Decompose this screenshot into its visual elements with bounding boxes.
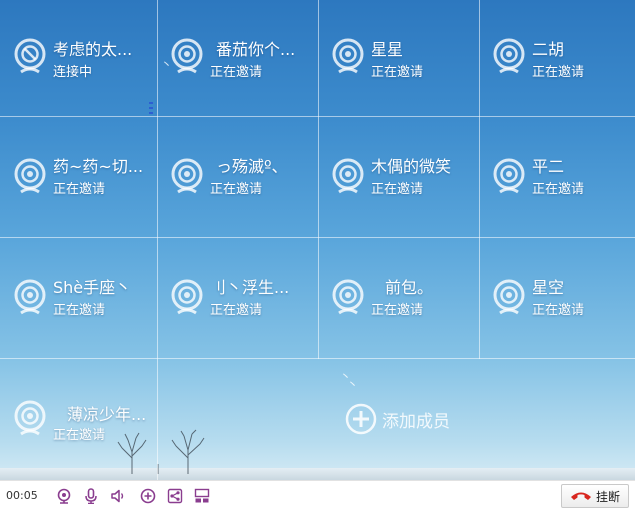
webcam-icon[interactable] (56, 488, 72, 504)
participant-name: 番茄你个... (216, 40, 296, 59)
participant-status: 正在邀请 (532, 65, 585, 80)
camera-icon (332, 38, 364, 74)
camera-icon (171, 158, 203, 194)
participant-tile[interactable]: 星空 正在邀请 (479, 238, 635, 359)
participant-status: 正在邀请 (210, 303, 263, 318)
participant-tile[interactable]: 考虑的太... 连接中 (0, 0, 157, 117)
participant-name: 药~药~切... (53, 157, 144, 176)
participant-tile[interactable]: 薄凉少年... 正在邀请 (0, 359, 157, 480)
phone-hangup-icon (570, 492, 591, 500)
add-circle-icon (345, 403, 377, 435)
participant-status: 连接中 (53, 65, 93, 80)
speaker-icon[interactable] (110, 488, 126, 504)
hangup-button[interactable]: 挂断 (561, 484, 629, 508)
participant-status: 正在邀请 (210, 65, 263, 80)
grid-divider (0, 237, 635, 238)
add-circle-icon[interactable] (140, 488, 156, 504)
video-call-stage: 丶 丶 丶 考虑的太... 连接中 番茄你个... 正在邀请 星星 正在邀请 二胡 正在邀请药… (0, 0, 635, 480)
participant-name: 薄凉少年... (67, 405, 147, 424)
participant-name: Shè手座丶 (53, 278, 132, 297)
participant-name: 星空 (532, 278, 565, 297)
camera-icon (14, 400, 46, 436)
add-member-label: 添加成员 (382, 411, 450, 432)
participant-tile[interactable]: 木偶的微笑 正在邀请 (318, 117, 479, 238)
participant-name: 二胡 (532, 40, 565, 59)
camera-icon (493, 158, 525, 194)
camera-icon (171, 279, 203, 315)
participant-status: 正在邀请 (532, 182, 585, 197)
participant-tile[interactable]: 药~药~切... 正在邀请 (0, 117, 157, 238)
camera-icon (14, 158, 46, 194)
participant-name: 木偶的微笑 (371, 157, 452, 176)
microphone-icon[interactable] (83, 488, 99, 504)
participant-tile[interactable]: 二胡 正在邀请 (479, 0, 635, 117)
call-timer: 00:05 (6, 489, 38, 502)
camera-icon (14, 279, 46, 315)
participant-status: 正在邀请 (371, 182, 424, 197)
participant-status: 正在邀请 (210, 182, 263, 197)
participant-name: 星星 (371, 40, 404, 59)
camera-icon (332, 158, 364, 194)
participant-tile[interactable]: っ殇滅º、正在邀请 (157, 117, 318, 238)
participant-tile[interactable]: 星星 正在邀请 (318, 0, 479, 117)
participant-tile[interactable]: 平二 正在邀请 (479, 117, 635, 238)
grid-divider (157, 0, 158, 480)
blocked-camera-icon (14, 38, 46, 74)
participant-name: 考虑的太... (53, 40, 133, 59)
grid-divider (0, 116, 635, 117)
grid-divider (318, 0, 319, 359)
participant-status: 正在邀请 (371, 65, 424, 80)
layout-icon[interactable] (194, 488, 210, 504)
grid-divider (0, 358, 635, 359)
camera-icon (493, 279, 525, 315)
add-member-button[interactable]: 添加成员 (345, 402, 450, 436)
participant-name: 刂丶浮生... (210, 278, 290, 297)
grid-divider (479, 0, 480, 359)
participant-tile[interactable]: Shè手座丶正在邀请 (0, 238, 157, 359)
participant-name: っ殇滅º、 (216, 157, 288, 176)
camera-icon (332, 279, 364, 315)
camera-icon (493, 38, 525, 74)
participant-tile[interactable]: 前包。正在邀请 (318, 238, 479, 359)
participant-tile[interactable]: 番茄你个... 正在邀请 (157, 0, 318, 117)
stray-mark: 丶 (347, 378, 358, 391)
participant-status: 正在邀请 (53, 182, 106, 197)
participant-name: 平二 (532, 157, 565, 176)
share-icon[interactable] (167, 488, 183, 504)
call-toolbar: 00:05 挂断 (0, 480, 635, 510)
participant-status: 正在邀请 (532, 303, 585, 318)
participant-status: 正在邀请 (371, 303, 424, 318)
participant-status: 正在邀请 (53, 303, 106, 318)
hangup-label: 挂断 (595, 489, 620, 504)
participant-name: 前包。 (385, 278, 434, 297)
participant-tile[interactable]: 刂丶浮生... 正在邀请 (157, 238, 318, 359)
camera-icon (171, 38, 203, 74)
participant-status: 正在邀请 (53, 428, 106, 443)
